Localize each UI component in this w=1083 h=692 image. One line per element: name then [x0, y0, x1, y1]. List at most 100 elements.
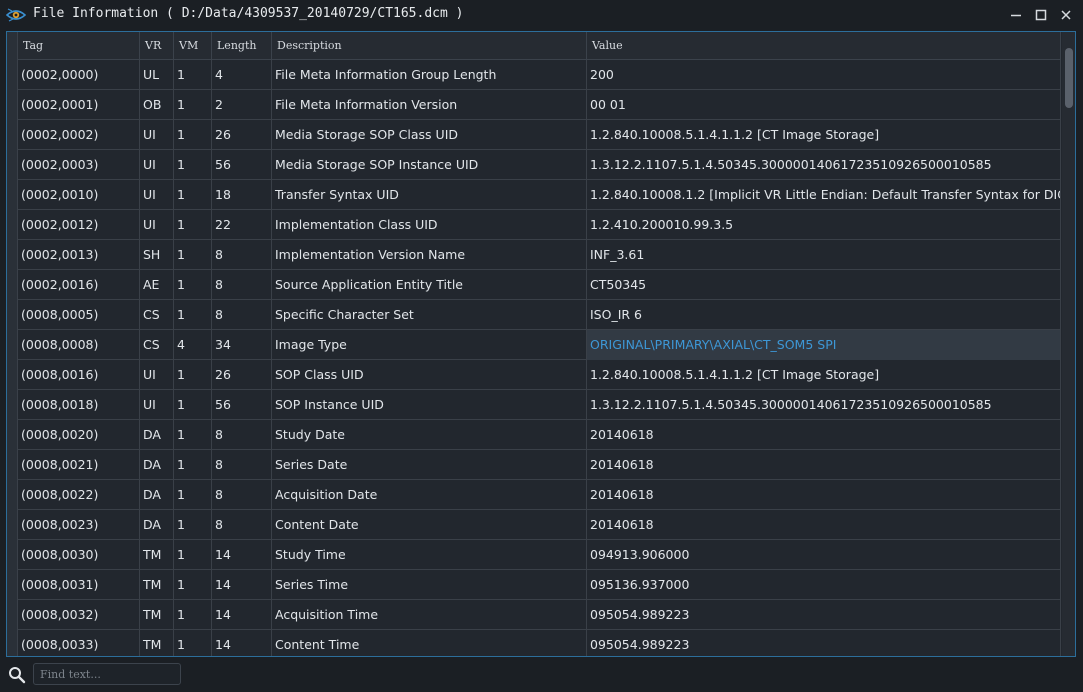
table-row[interactable]: (0008,0022) DA 1 8 Acquisition Date 20140618 — [18, 480, 1061, 510]
cell-vr[interactable]: TM — [140, 540, 174, 570]
cell-vr[interactable]: DA — [140, 450, 174, 480]
table-row[interactable]: (0002,0013) SH 1 8 Implementation Version Na… — [18, 240, 1061, 270]
cell-tag[interactable]: (0008,0030) — [18, 540, 140, 570]
cell-vm[interactable]: 1 — [174, 510, 212, 540]
cell-vr[interactable]: AE — [140, 270, 174, 300]
cell-length[interactable]: 8 — [212, 510, 272, 540]
cell-tag[interactable]: (0002,0012) — [18, 210, 140, 240]
cell-description[interactable]: Media Storage SOP Instance UID — [272, 150, 587, 180]
cell-tag[interactable]: (0008,0031) — [18, 570, 140, 600]
table-row[interactable]: (0008,0005) CS 1 8 Specific Character Set ISO… — [18, 300, 1061, 330]
cell-tag[interactable]: (0002,0003) — [18, 150, 140, 180]
cell-length[interactable]: 2 — [212, 90, 272, 120]
find-text-input[interactable] — [33, 663, 181, 685]
cell-tag[interactable]: (0008,0005) — [18, 300, 140, 330]
cell-vr[interactable]: UI — [140, 180, 174, 210]
cell-tag[interactable]: (0002,0002) — [18, 120, 140, 150]
cell-description[interactable]: Study Time — [272, 540, 587, 570]
cell-vr[interactable]: TM — [140, 600, 174, 630]
cell-vm[interactable]: 1 — [174, 150, 212, 180]
table-row[interactable]: (0008,0030) TM 1 14 Study Time 094913.906000 — [18, 540, 1061, 570]
cell-length[interactable]: 14 — [212, 630, 272, 656]
minimize-button[interactable] — [1006, 5, 1026, 25]
cell-value[interactable]: 200 — [587, 60, 1061, 90]
cell-description[interactable]: Specific Character Set — [272, 300, 587, 330]
cell-vm[interactable]: 1 — [174, 210, 212, 240]
cell-tag[interactable]: (0008,0022) — [18, 480, 140, 510]
cell-tag[interactable]: (0008,0021) — [18, 450, 140, 480]
cell-description[interactable]: Study Date — [272, 420, 587, 450]
cell-length[interactable]: 26 — [212, 120, 272, 150]
scrollbar-thumb[interactable] — [1065, 48, 1073, 108]
cell-vr[interactable]: DA — [140, 420, 174, 450]
search-icon[interactable] — [8, 666, 26, 684]
vertical-scrollbar[interactable] — [1062, 32, 1075, 656]
cell-vr[interactable]: UI — [140, 150, 174, 180]
cell-description[interactable]: Implementation Version Name — [272, 240, 587, 270]
cell-description[interactable]: Content Time — [272, 630, 587, 656]
table-row[interactable]: (0008,0032) TM 1 14 Acquisition Time 095054.9… — [18, 600, 1061, 630]
cell-length[interactable]: 26 — [212, 360, 272, 390]
cell-tag[interactable]: (0002,0000) — [18, 60, 140, 90]
cell-vr[interactable]: DA — [140, 510, 174, 540]
cell-value[interactable]: 095136.937000 — [587, 570, 1061, 600]
cell-vr[interactable]: TM — [140, 570, 174, 600]
cell-vm[interactable]: 1 — [174, 360, 212, 390]
cell-tag[interactable]: (0008,0032) — [18, 600, 140, 630]
cell-value[interactable]: 1.2.840.10008.5.1.4.1.1.2 [CT Image Stor… — [587, 120, 1061, 150]
cell-description[interactable]: SOP Class UID — [272, 360, 587, 390]
table-row[interactable]: (0002,0016) AE 1 8 Source Application Entity… — [18, 270, 1061, 300]
cell-value[interactable]: CT50345 — [587, 270, 1061, 300]
table-row[interactable]: (0008,0020) DA 1 8 Study Date 20140618 — [18, 420, 1061, 450]
cell-value[interactable]: 1.3.12.2.1107.5.1.4.50345.30000014061723… — [587, 390, 1061, 420]
cell-vr[interactable]: UI — [140, 390, 174, 420]
cell-description[interactable]: Source Application Entity Title — [272, 270, 587, 300]
cell-vm[interactable]: 1 — [174, 300, 212, 330]
cell-value[interactable]: INF_3.61 — [587, 240, 1061, 270]
table-row[interactable]: (0008,0031) TM 1 14 Series Time 095136.937000 — [18, 570, 1061, 600]
cell-vm[interactable]: 4 — [174, 330, 212, 360]
cell-length[interactable]: 14 — [212, 600, 272, 630]
cell-description[interactable]: Acquisition Time — [272, 600, 587, 630]
cell-length[interactable]: 14 — [212, 540, 272, 570]
cell-value[interactable]: 20140618 — [587, 480, 1061, 510]
cell-value[interactable]: ORIGINAL\PRIMARY\AXIAL\CT_SOM5 SPI — [587, 330, 1061, 360]
cell-tag[interactable]: (0008,0018) — [18, 390, 140, 420]
cell-length[interactable]: 56 — [212, 150, 272, 180]
cell-value[interactable]: 1.2.410.200010.99.3.5 — [587, 210, 1061, 240]
cell-value[interactable]: ISO_IR 6 — [587, 300, 1061, 330]
cell-vr[interactable]: UI — [140, 120, 174, 150]
cell-tag[interactable]: (0008,0016) — [18, 360, 140, 390]
cell-vm[interactable]: 1 — [174, 240, 212, 270]
cell-value[interactable]: 1.3.12.2.1107.5.1.4.50345.30000014061723… — [587, 150, 1061, 180]
cell-tag[interactable]: (0008,0008) — [18, 330, 140, 360]
cell-vr[interactable]: UI — [140, 210, 174, 240]
cell-description[interactable]: Content Date — [272, 510, 587, 540]
column-header-tag[interactable]: Tag — [18, 32, 140, 60]
table-row[interactable]: (0008,0016) UI 1 26 SOP Class UID 1.2.840.100… — [18, 360, 1061, 390]
cell-length[interactable]: 34 — [212, 330, 272, 360]
cell-tag[interactable]: (0008,0033) — [18, 630, 140, 656]
table-row[interactable]: (0008,0023) DA 1 8 Content Date 20140618 — [18, 510, 1061, 540]
cell-vr[interactable]: DA — [140, 480, 174, 510]
cell-tag[interactable]: (0008,0023) — [18, 510, 140, 540]
table-row[interactable]: (0008,0021) DA 1 8 Series Date 20140618 — [18, 450, 1061, 480]
cell-vm[interactable]: 1 — [174, 570, 212, 600]
table-row[interactable]: (0002,0012) UI 1 22 Implementation Class UID… — [18, 210, 1061, 240]
cell-description[interactable]: Image Type — [272, 330, 587, 360]
cell-description[interactable]: Media Storage SOP Class UID — [272, 120, 587, 150]
cell-vr[interactable]: UL — [140, 60, 174, 90]
cell-vm[interactable]: 1 — [174, 120, 212, 150]
cell-description[interactable]: Series Time — [272, 570, 587, 600]
cell-length[interactable]: 18 — [212, 180, 272, 210]
cell-length[interactable]: 8 — [212, 240, 272, 270]
table-row[interactable]: (0008,0018) UI 1 56 SOP Instance UID 1.3.12.2… — [18, 390, 1061, 420]
cell-vm[interactable]: 1 — [174, 480, 212, 510]
table-row[interactable]: (0008,0008) CS 4 34 Image Type ORIGINAL\PRIMA… — [18, 330, 1061, 360]
cell-description[interactable]: File Meta Information Group Length — [272, 60, 587, 90]
cell-vm[interactable]: 1 — [174, 60, 212, 90]
cell-length[interactable]: 8 — [212, 300, 272, 330]
cell-value[interactable]: 20140618 — [587, 420, 1061, 450]
cell-length[interactable]: 8 — [212, 480, 272, 510]
cell-value[interactable]: 20140618 — [587, 450, 1061, 480]
